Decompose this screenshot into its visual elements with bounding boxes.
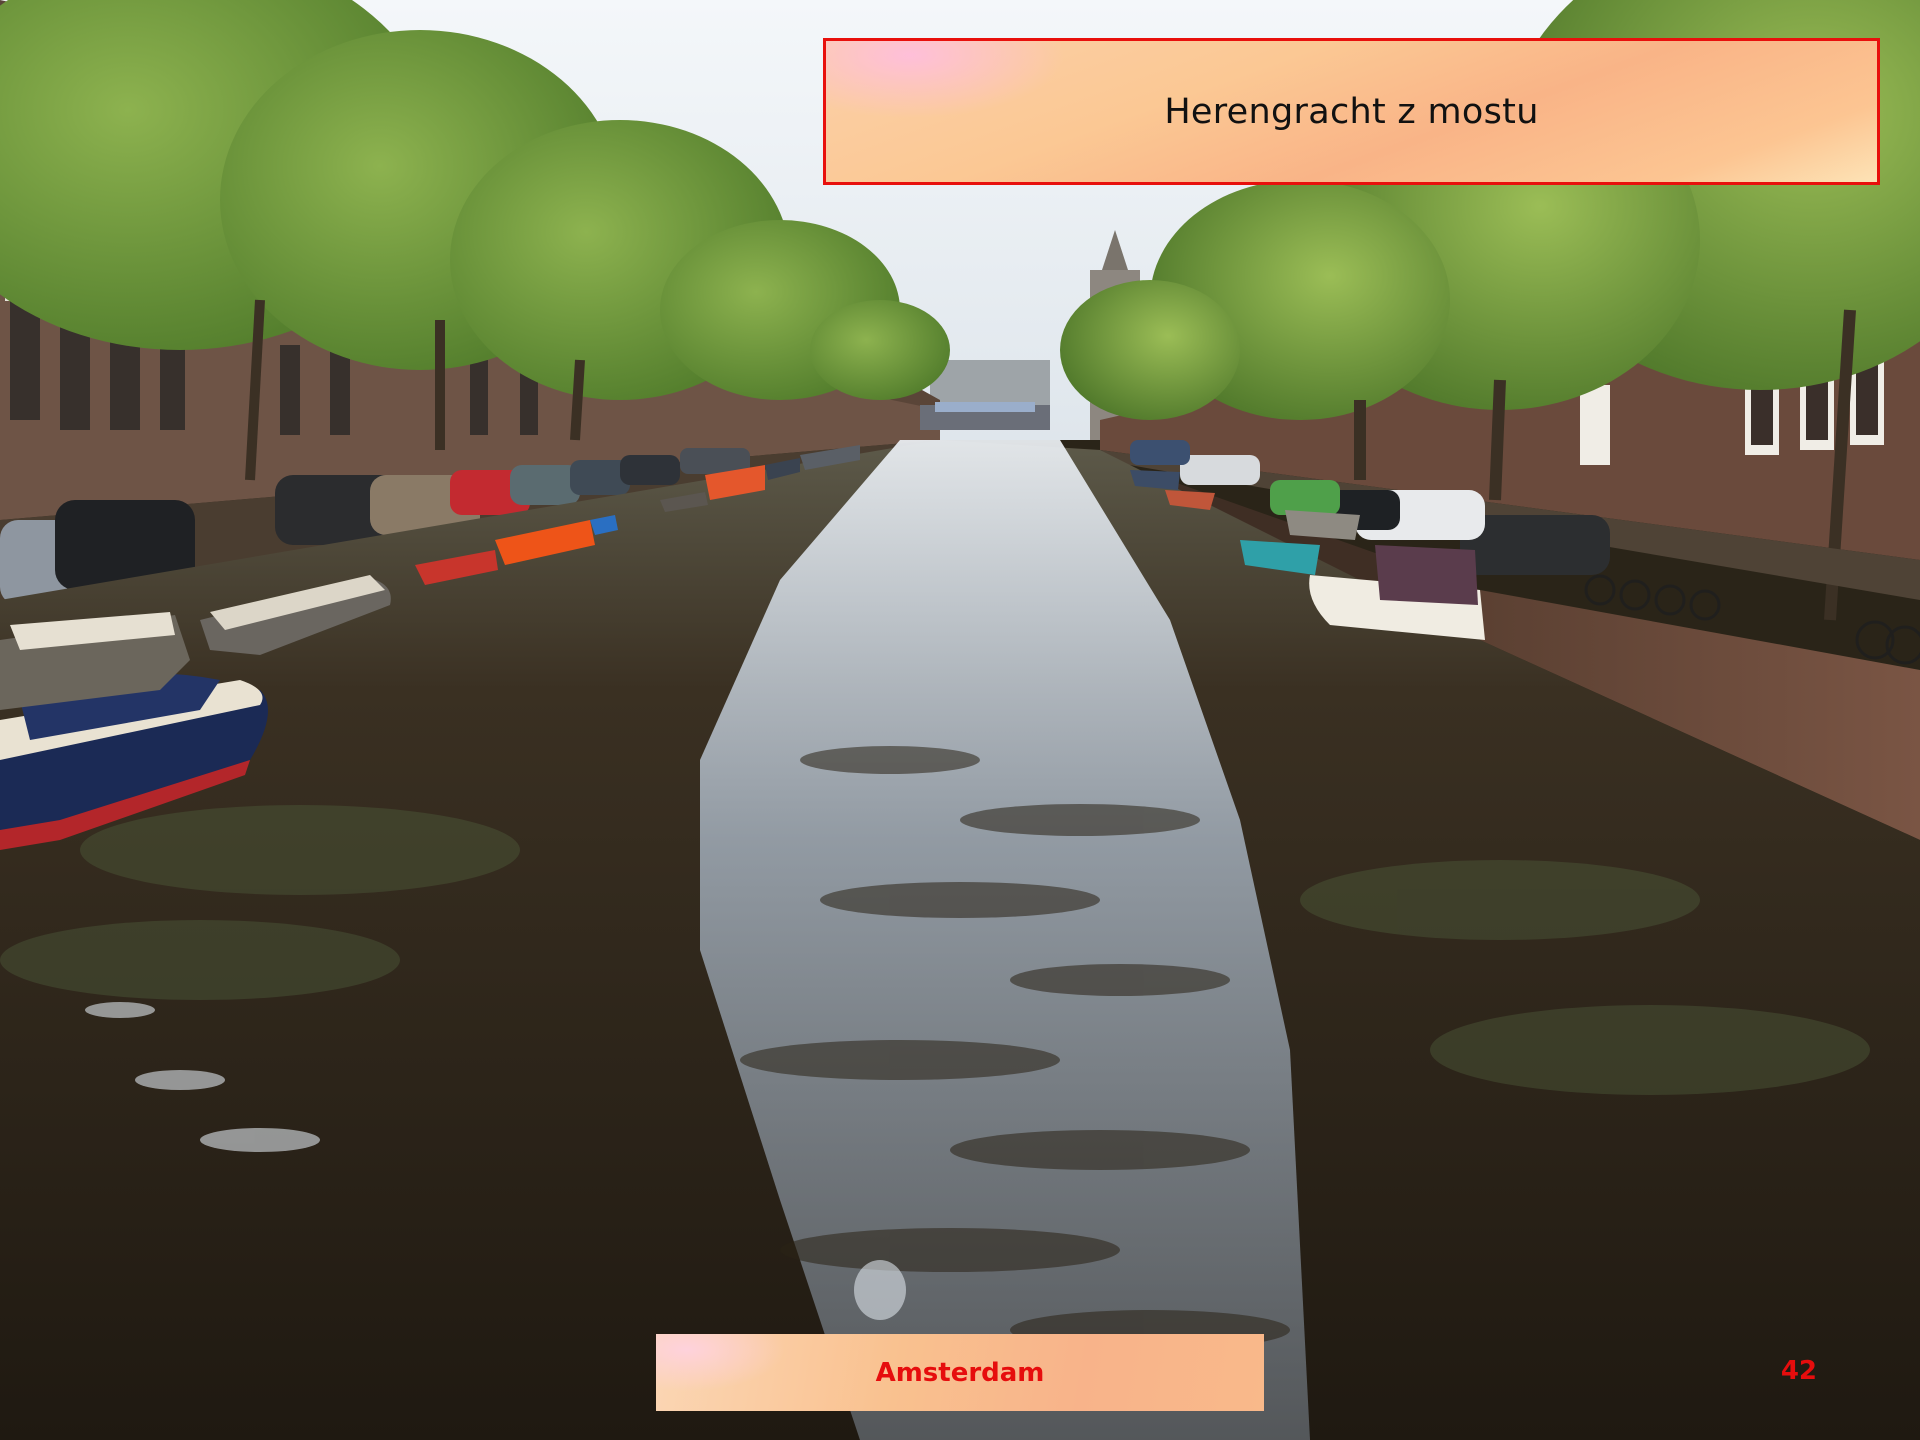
slide-title: Herengracht z mostu	[1164, 91, 1539, 132]
slide: Herengracht z mostu Amsterdam 42	[0, 0, 1920, 1440]
footer-label: Amsterdam	[875, 1357, 1045, 1388]
canal-photo	[0, 0, 1920, 1440]
footer-box: Amsterdam	[656, 1334, 1264, 1411]
page-number: 42	[1780, 1356, 1817, 1386]
slide-title-box: Herengracht z mostu	[823, 38, 1880, 185]
